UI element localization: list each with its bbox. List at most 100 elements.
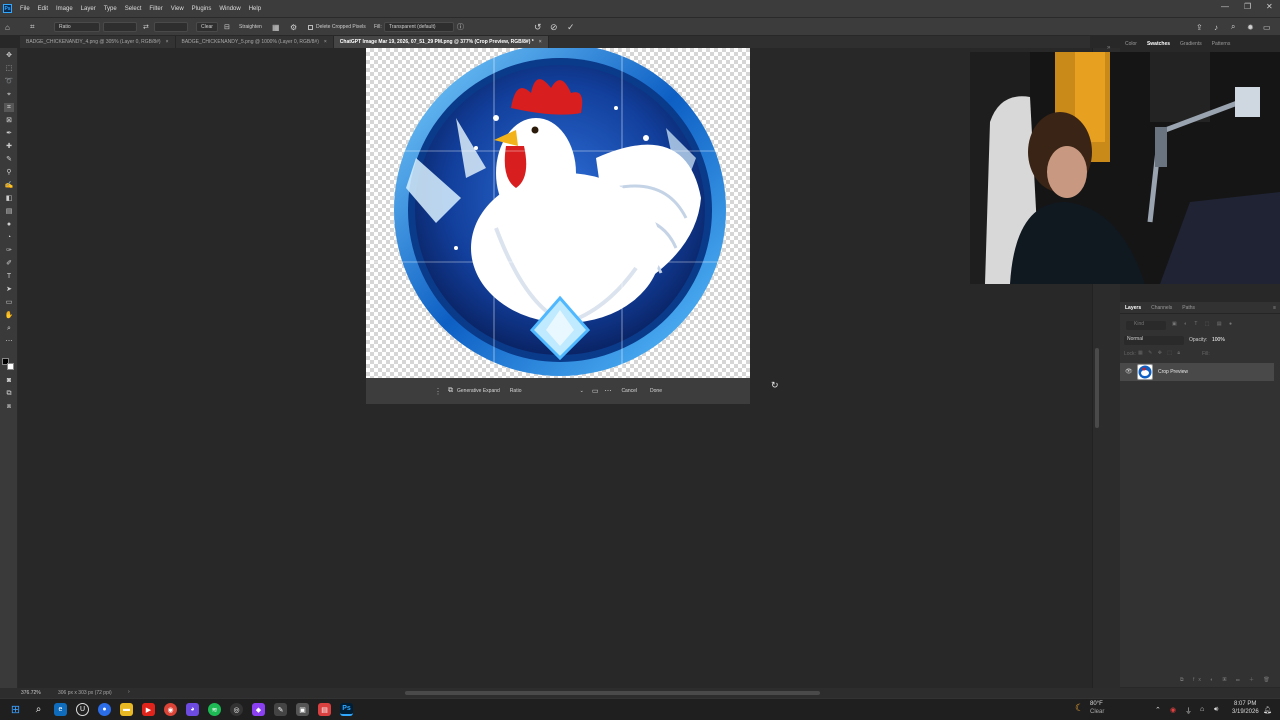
clock-date[interactable]: 3/19/2026 bbox=[1232, 709, 1259, 715]
zoom-tool-icon[interactable]: ⌕ bbox=[4, 324, 14, 333]
youtube-icon[interactable]: ▶ bbox=[142, 703, 155, 716]
home-icon[interactable]: ⌂ bbox=[5, 22, 10, 32]
tray-chevron-icon[interactable]: ⌃ bbox=[1155, 706, 1161, 714]
tab-color[interactable]: Color bbox=[1120, 41, 1142, 51]
commit-crop-icon[interactable]: ✓ bbox=[567, 22, 575, 32]
app-icon[interactable]: ◆ bbox=[252, 703, 265, 716]
weather-icon[interactable]: ☾ bbox=[1075, 703, 1084, 714]
tab-gradients[interactable]: Gradients bbox=[1175, 41, 1207, 51]
ratio-select[interactable]: Ratio bbox=[54, 22, 100, 32]
discord-icon[interactable]: ◕ bbox=[186, 703, 199, 716]
notification-bell-icon[interactable]: 🔔︎ bbox=[1263, 706, 1272, 714]
info-icon[interactable]: ⓘ bbox=[457, 22, 464, 32]
more-tools-icon[interactable]: ⋯ bbox=[4, 337, 14, 346]
eyedropper-tool-icon[interactable]: ✒ bbox=[4, 129, 14, 138]
app-icon[interactable]: ▣ bbox=[296, 703, 309, 716]
background-color-swatch[interactable] bbox=[7, 363, 14, 370]
layer-filter-kind[interactable]: Kind bbox=[1126, 321, 1166, 330]
reset-icon[interactable]: ↺ bbox=[534, 22, 542, 32]
spotify-icon[interactable]: ≋ bbox=[208, 703, 221, 716]
edge-browser-icon[interactable]: e bbox=[54, 703, 67, 716]
menu-plugins[interactable]: Plugins bbox=[188, 6, 216, 12]
menu-filter[interactable]: Filter bbox=[145, 6, 166, 12]
grid-overlay-icon[interactable]: ▦ bbox=[272, 22, 280, 32]
lock-icons[interactable]: ▦ ✎ ✥ ⬚ 🔒︎ bbox=[1138, 350, 1182, 356]
clear-button[interactable]: Clear bbox=[196, 22, 218, 32]
menu-help[interactable]: Help bbox=[245, 6, 265, 12]
volume-icon[interactable]: 🔊︎ bbox=[1214, 706, 1218, 714]
menu-image[interactable]: Image bbox=[52, 6, 77, 12]
tab-close-icon[interactable]: × bbox=[539, 39, 542, 45]
layer-footer-icons[interactable]: ⧉ fx ◐ ▣ ▭ ＋ 🗑︎ bbox=[1180, 676, 1274, 683]
menu-layer[interactable]: Layer bbox=[77, 6, 100, 12]
discover-icon[interactable]: ✹ bbox=[1247, 22, 1254, 32]
menu-edit[interactable]: Edit bbox=[34, 6, 52, 12]
menu-view[interactable]: View bbox=[167, 6, 188, 12]
chrome-icon[interactable]: ◉ bbox=[164, 703, 177, 716]
doc-tab-chatgpt-image[interactable]: ChatGPT Image Mar 19, 2026, 07_51_29 PM.… bbox=[333, 36, 549, 48]
brush-tool-icon[interactable]: ✎ bbox=[4, 155, 14, 164]
lasso-tool-icon[interactable]: ➰ bbox=[4, 77, 14, 86]
menu-file[interactable]: File bbox=[16, 6, 34, 12]
share-icon[interactable]: ⇪ bbox=[1196, 22, 1203, 32]
gradient-tool-icon[interactable]: ▤ bbox=[4, 207, 14, 216]
workspace-icon[interactable]: ▭ bbox=[1263, 22, 1271, 32]
swap-dimensions-icon[interactable]: ▭ bbox=[592, 387, 599, 395]
horizontal-scrollbar[interactable] bbox=[405, 691, 820, 695]
dodge-tool-icon[interactable]: ◔ bbox=[4, 233, 14, 242]
clock-time[interactable]: 8:07 PM bbox=[1234, 701, 1256, 707]
clone-stamp-icon[interactable]: ⚲ bbox=[4, 168, 14, 177]
network-icon[interactable]: ⌂ bbox=[1200, 706, 1204, 713]
zoom-level[interactable]: 376.72% bbox=[21, 690, 41, 696]
tab-patterns[interactable]: Patterns bbox=[1207, 41, 1236, 51]
move-tool-icon[interactable]: ✥ bbox=[4, 51, 14, 60]
menu-select[interactable]: Select bbox=[121, 6, 146, 12]
tray-usb-icon[interactable]: ⏚ bbox=[1185, 706, 1192, 716]
blend-mode-select[interactable]: Normal bbox=[1124, 336, 1184, 345]
tab-channels[interactable]: Channels bbox=[1146, 305, 1177, 311]
windows-start-icon[interactable]: ⊞ bbox=[9, 703, 22, 716]
weather-desc[interactable]: Clear bbox=[1090, 709, 1104, 715]
edit-toolbar-icon[interactable]: ⧈ bbox=[4, 402, 14, 411]
marquee-tool-icon[interactable]: ⬚ bbox=[4, 64, 14, 73]
doc-tab-badge-5[interactable]: BADGE_CHICKENANDY_5.png @ 1000% (Layer 0… bbox=[175, 36, 334, 48]
opacity-input[interactable]: 100% bbox=[1212, 337, 1225, 343]
quick-mask-icon[interactable]: ◙ bbox=[4, 376, 14, 385]
crop-tool-icon[interactable]: ⌗ bbox=[30, 22, 35, 32]
layer-filter-icons[interactable]: ▣ ◐ T ⬚ ▤ ● bbox=[1172, 321, 1235, 327]
minimize-icon[interactable]: — bbox=[1221, 2, 1229, 11]
ratio-width-input[interactable] bbox=[103, 22, 137, 32]
tab-paths[interactable]: Paths bbox=[1177, 305, 1200, 311]
weather-temp[interactable]: 80°F bbox=[1090, 701, 1103, 707]
menu-window[interactable]: Window bbox=[215, 6, 244, 12]
straighten-label[interactable]: Straighten bbox=[239, 22, 262, 32]
cancel-crop-icon[interactable]: ⊘ bbox=[550, 22, 558, 32]
tab-layers[interactable]: Layers bbox=[1120, 305, 1146, 311]
screen-mode-icon[interactable]: ⧉ bbox=[4, 389, 14, 398]
delete-cropped-checkbox[interactable]: Delete Cropped Pixels bbox=[308, 22, 366, 32]
type-tool-icon[interactable]: T bbox=[4, 272, 14, 281]
search-icon[interactable]: ⌕ bbox=[1231, 22, 1235, 32]
object-select-tool-icon[interactable]: ⌖ bbox=[4, 90, 14, 99]
layer-row-crop-preview[interactable]: 👁︎ Crop Preview bbox=[1120, 363, 1274, 381]
cancel-button[interactable]: Cancel bbox=[621, 388, 637, 394]
status-menu-arrow-icon[interactable]: › bbox=[128, 689, 130, 695]
ratio-dropdown[interactable]: Ratio ⌄ bbox=[510, 388, 584, 394]
document-dimensions[interactable]: 306 px x 303 px (72 ppi) bbox=[58, 690, 112, 696]
crop-tool-icon[interactable]: ⌗ bbox=[4, 103, 14, 112]
eraser-tool-icon[interactable]: ◧ bbox=[4, 194, 14, 203]
tab-swatches[interactable]: Swatches bbox=[1142, 41, 1175, 51]
tray-app-icon[interactable]: ◉ bbox=[1170, 706, 1176, 714]
document-canvas[interactable] bbox=[366, 48, 750, 378]
done-button[interactable]: Done bbox=[650, 388, 662, 394]
history-brush-icon[interactable]: ✍ bbox=[4, 181, 14, 190]
more-options-icon[interactable]: ⋯ bbox=[604, 387, 611, 395]
photoshop-taskbar-icon[interactable]: Ps bbox=[340, 703, 353, 716]
app-icon[interactable]: ▤ bbox=[318, 703, 331, 716]
app-icon[interactable]: ● bbox=[98, 703, 111, 716]
frame-tool-icon[interactable]: ⊠ bbox=[4, 116, 14, 125]
pen-tool-icon[interactable]: ✐ bbox=[4, 259, 14, 268]
rectangle-tool-icon[interactable]: ▭ bbox=[4, 298, 14, 307]
vertical-scrollbar[interactable] bbox=[1095, 348, 1099, 428]
menu-type[interactable]: Type bbox=[100, 6, 121, 12]
